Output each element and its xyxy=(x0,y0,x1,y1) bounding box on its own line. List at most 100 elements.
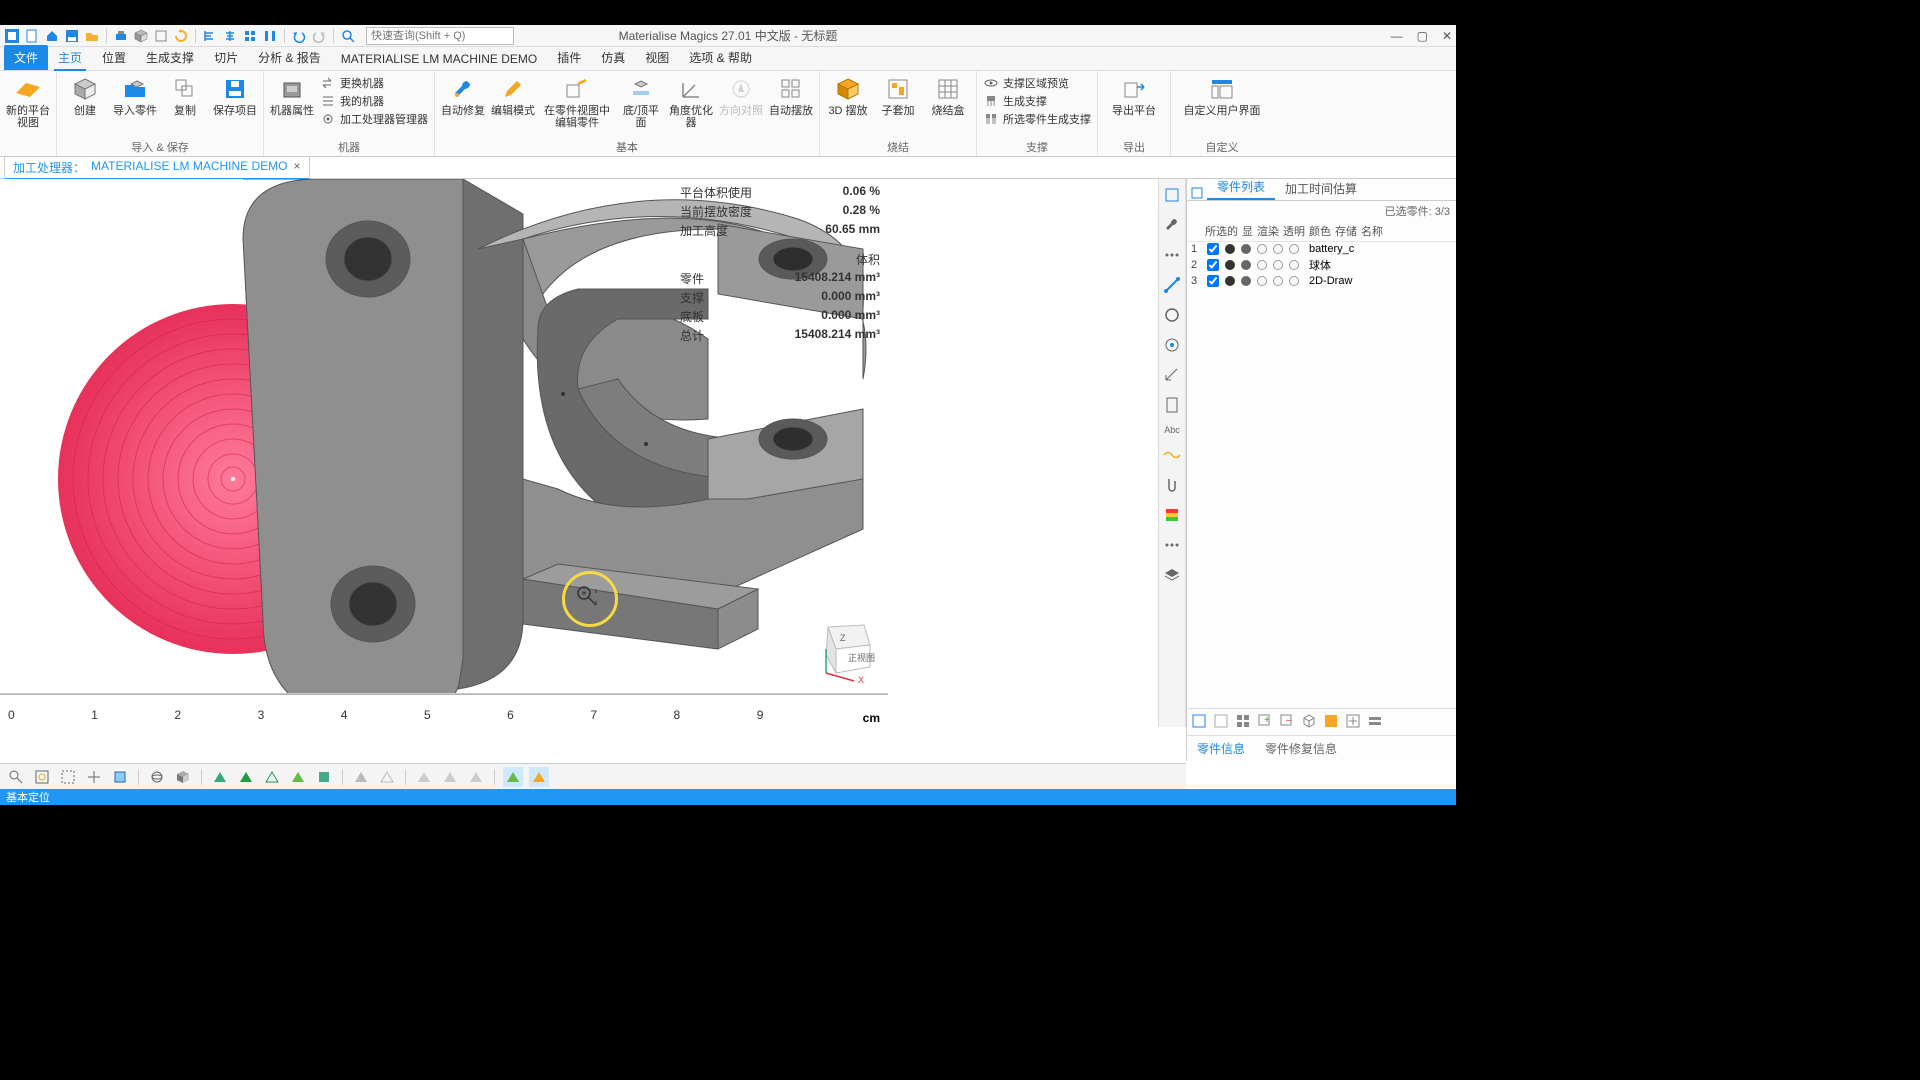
new-platform-view-button[interactable]: 新的平台视图 xyxy=(6,73,50,129)
close-button[interactable]: ✕ xyxy=(1442,29,1452,43)
tab-parts-list[interactable]: 零件列表 xyxy=(1207,175,1275,200)
export-platform-button[interactable]: 导出平台 xyxy=(1104,73,1164,117)
tab-home[interactable]: 主页 xyxy=(48,45,92,70)
cube-tool-icon[interactable] xyxy=(1162,185,1182,205)
tab-plugins[interactable]: 插件 xyxy=(547,45,591,70)
cube-ghost-icon[interactable] xyxy=(1213,713,1231,731)
tab-part-info[interactable]: 零件信息 xyxy=(1187,736,1255,761)
refresh-icon[interactable] xyxy=(173,28,189,44)
tab-analysis[interactable]: 分析 & 报告 xyxy=(248,45,331,70)
circle-tool-icon[interactable] xyxy=(1162,305,1182,325)
tri-grey2-icon[interactable] xyxy=(377,767,397,787)
home-icon[interactable] xyxy=(44,28,60,44)
tri2-icon[interactable] xyxy=(236,767,256,787)
tab-options[interactable]: 选项 & 帮助 xyxy=(679,45,762,70)
bottom-top-plane-button[interactable]: 底/顶平面 xyxy=(619,73,663,129)
wire-cube-icon[interactable] xyxy=(153,28,169,44)
sinter-box-button[interactable]: 烧结盒 xyxy=(926,73,970,117)
document-tab[interactable]: 加工处理器： MATERIALISE LM MACHINE DEMO × xyxy=(4,156,310,180)
clip-tool-icon[interactable] xyxy=(1162,475,1182,495)
tab-slice[interactable]: 切片 xyxy=(204,45,248,70)
tri1-icon[interactable] xyxy=(210,767,230,787)
search-icon[interactable] xyxy=(340,28,356,44)
target-tool-icon[interactable] xyxy=(1162,335,1182,355)
cube-outline-icon[interactable] xyxy=(110,767,130,787)
orbit-icon[interactable] xyxy=(147,767,167,787)
abc-tool-icon[interactable]: Abc xyxy=(1162,425,1182,435)
tri-grey1-icon[interactable] xyxy=(351,767,371,787)
shaded-cube-icon[interactable] xyxy=(173,767,193,787)
tab-sim[interactable]: 仿真 xyxy=(591,45,635,70)
edit-in-part-view-button[interactable]: 在零件视图中编辑零件 xyxy=(541,73,613,129)
create-button[interactable]: 创建 xyxy=(63,73,107,117)
list-item[interactable]: 3 2D-Draw xyxy=(1187,274,1456,288)
tri3-icon[interactable] xyxy=(262,767,282,787)
maximize-button[interactable]: ▢ xyxy=(1417,29,1428,43)
all-parts-support-item[interactable]: 所选零件生成支撑 xyxy=(983,111,1091,127)
dots-tool-icon[interactable] xyxy=(1162,245,1182,265)
tab-machine-demo[interactable]: MATERIALISE LM MACHINE DEMO xyxy=(331,48,547,70)
tri-sel2-icon[interactable] xyxy=(529,767,549,787)
3d-place-button[interactable]: 3D 摆放 xyxy=(826,73,870,117)
line-tool-icon[interactable] xyxy=(1162,275,1182,295)
align-left-icon[interactable] xyxy=(202,28,218,44)
wrench-tool-icon[interactable] xyxy=(1162,215,1182,235)
tri-dim2-icon[interactable] xyxy=(440,767,460,787)
tab-position[interactable]: 位置 xyxy=(92,45,136,70)
zoom-fit-icon[interactable] xyxy=(32,767,52,787)
sub-nest-button[interactable]: 子套加 xyxy=(876,73,920,117)
list-item[interactable]: 1 battery_c xyxy=(1187,242,1456,256)
wave-tool-icon[interactable] xyxy=(1162,445,1182,465)
align-center-icon[interactable] xyxy=(222,28,238,44)
save-project-button[interactable]: 保存项目 xyxy=(213,73,257,117)
orange-cube-icon[interactable] xyxy=(1323,713,1341,731)
cube-small-icon[interactable] xyxy=(1187,186,1207,200)
zoom-icon[interactable] xyxy=(6,767,26,787)
measure-tool-icon[interactable] xyxy=(1162,365,1182,385)
align-distribute-icon[interactable] xyxy=(262,28,278,44)
tri-dim1-icon[interactable] xyxy=(414,767,434,787)
custom-ui-button[interactable]: 自定义用户界面 xyxy=(1177,73,1267,117)
gen-support-item[interactable]: 生成支撑 xyxy=(983,93,1091,109)
del-cube-icon[interactable]: – xyxy=(1279,713,1297,731)
change-machine-item[interactable]: 更换机器 xyxy=(320,75,428,91)
redo-icon[interactable] xyxy=(311,28,327,44)
close-tab-icon[interactable]: × xyxy=(294,159,301,176)
tab-view[interactable]: 视图 xyxy=(635,45,679,70)
proc-mgr-item[interactable]: 加工处理器管理器 xyxy=(320,111,428,127)
more-tool-icon[interactable] xyxy=(1162,535,1182,555)
minimize-button[interactable]: — xyxy=(1391,29,1403,43)
cube-mini-icon[interactable] xyxy=(1191,713,1209,731)
row-select-checkbox[interactable] xyxy=(1207,243,1219,255)
support-preview-item[interactable]: 支撑区域预览 xyxy=(983,75,1091,91)
tri-sel1-icon[interactable] xyxy=(503,767,523,787)
gradient-tool-icon[interactable] xyxy=(1162,505,1182,525)
tab-support[interactable]: 生成支撑 xyxy=(136,45,204,70)
zoom-sel-icon[interactable] xyxy=(58,767,78,787)
box-plus-icon[interactable] xyxy=(1345,713,1363,731)
tab-part-fix-info[interactable]: 零件修复信息 xyxy=(1255,736,1347,761)
auto-fix-button[interactable]: 自动修复 xyxy=(441,73,485,117)
grid-mini-icon[interactable] xyxy=(1235,713,1253,731)
pan-icon[interactable] xyxy=(84,767,104,787)
layers-tool-icon[interactable] xyxy=(1162,565,1182,585)
undo-icon[interactable] xyxy=(291,28,307,44)
machine-prop-button[interactable]: 机器属性 xyxy=(270,73,314,117)
angle-optimizer-button[interactable]: 角度优化器 xyxy=(669,73,713,129)
cube-solid-icon[interactable] xyxy=(314,767,334,787)
save-icon[interactable] xyxy=(64,28,80,44)
cube-icon[interactable] xyxy=(133,28,149,44)
3d-viewport[interactable]: 平台体积使用0.06 % 当前摆放密度0.28 % 加工高度60.65 mm 体… xyxy=(0,179,1186,727)
import-part-button[interactable]: 导入零件 xyxy=(113,73,157,117)
tab-file[interactable]: 文件 xyxy=(4,45,48,70)
tri4-icon[interactable] xyxy=(288,767,308,787)
open-icon[interactable] xyxy=(84,28,100,44)
quick-search-input[interactable] xyxy=(366,27,514,45)
view-cube[interactable]: 正视图 Z X xyxy=(808,615,880,687)
row-select-checkbox[interactable] xyxy=(1207,275,1219,287)
tab-time-estimate[interactable]: 加工时间估算 xyxy=(1275,177,1367,200)
list-item[interactable]: 2 球体 xyxy=(1187,256,1456,274)
row-select-checkbox[interactable] xyxy=(1207,259,1219,271)
copy-button[interactable]: 复制 xyxy=(163,73,207,117)
edit-mode-button[interactable]: 编辑模式 xyxy=(491,73,535,117)
